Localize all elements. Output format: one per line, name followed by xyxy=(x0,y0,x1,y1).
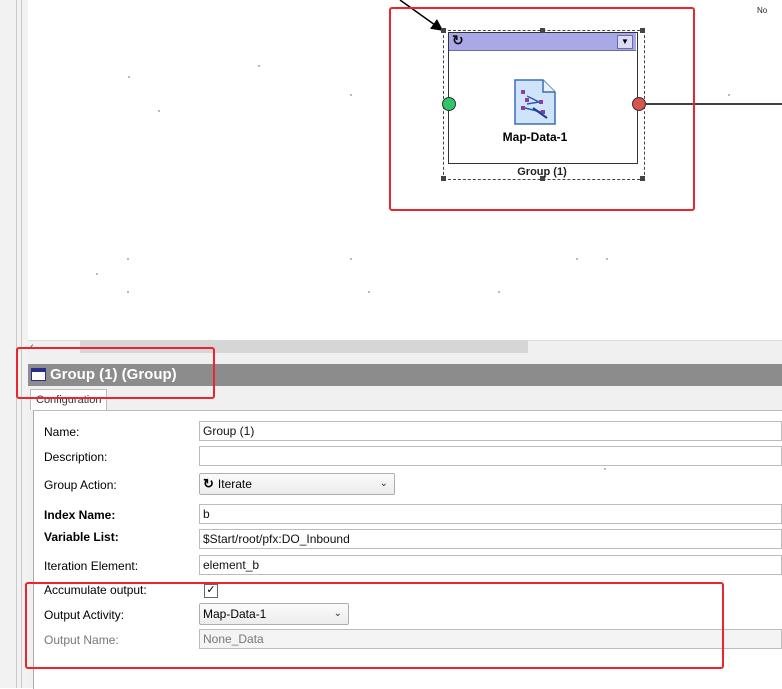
highlight-group-node xyxy=(389,7,695,211)
index-name-label: Index Name: xyxy=(44,508,116,522)
iterate-icon: ↻ xyxy=(203,476,214,491)
description-label: Description: xyxy=(44,450,108,464)
name-label: Name: xyxy=(44,425,80,439)
highlight-panel-title xyxy=(16,347,215,399)
variable-list-field[interactable]: $Start/root/pfx:DO_Inbound xyxy=(199,529,782,549)
iteration-element-label: Iteration Element: xyxy=(44,559,139,573)
variable-list-label: Variable List: xyxy=(44,530,119,544)
chevron-down-icon: ⌄ xyxy=(379,478,388,489)
group-action-value: Iterate xyxy=(217,477,252,491)
highlight-output-section xyxy=(25,582,724,669)
index-name-field[interactable]: b xyxy=(199,504,782,524)
iteration-element-field[interactable]: element_b xyxy=(199,555,782,575)
group-action-select[interactable]: ↻ Iterate ⌄ xyxy=(199,473,395,495)
group-action-label: Group Action: xyxy=(44,478,117,492)
grid-dot xyxy=(604,468,606,470)
description-field[interactable] xyxy=(199,446,782,466)
name-field[interactable]: Group (1) xyxy=(199,421,782,441)
